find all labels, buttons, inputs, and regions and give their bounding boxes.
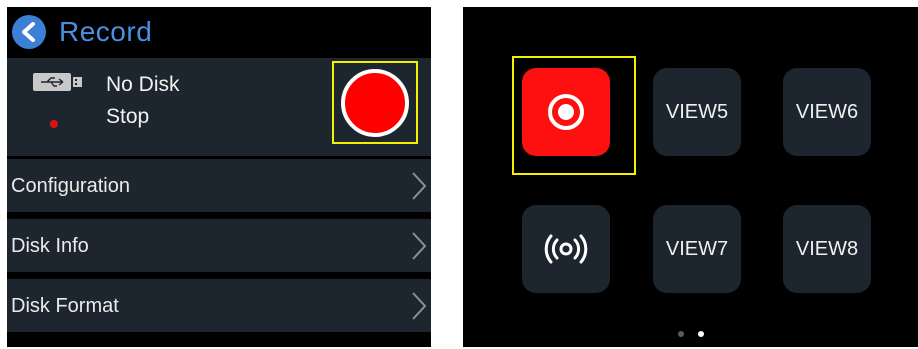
page-title: Record bbox=[59, 16, 153, 47]
record-status-card: No Disk Stop bbox=[7, 58, 431, 156]
disk-status-text: No Disk bbox=[106, 73, 180, 96]
view-grid-screen: VIEW5 VIEW6 VIEW7 VIEW8 bbox=[463, 7, 918, 347]
tile-view5[interactable]: VIEW5 bbox=[653, 68, 741, 156]
menu-item-label: Disk Format bbox=[11, 295, 119, 317]
menu-item-disk-format[interactable]: Disk Format bbox=[7, 279, 431, 332]
record-icon bbox=[548, 94, 584, 130]
menu-item-label: Configuration bbox=[11, 175, 130, 197]
page-dot[interactable] bbox=[678, 331, 684, 337]
record-button-highlight bbox=[332, 61, 418, 144]
menu-item-disk-info[interactable]: Disk Info bbox=[7, 219, 431, 272]
tile-view7[interactable]: VIEW7 bbox=[653, 205, 741, 293]
tile-view8[interactable]: VIEW8 bbox=[783, 205, 871, 293]
tile-record[interactable] bbox=[522, 68, 610, 156]
back-button[interactable] bbox=[12, 15, 46, 49]
page-dot-active[interactable] bbox=[698, 331, 704, 337]
tile-broadcast[interactable] bbox=[522, 205, 610, 293]
chevron-right-icon bbox=[412, 232, 427, 260]
usb-drive-icon bbox=[33, 73, 82, 91]
chevron-right-icon bbox=[412, 172, 427, 200]
menu-item-configuration[interactable]: Configuration bbox=[7, 159, 431, 212]
broadcast-icon bbox=[544, 234, 588, 264]
page-indicator bbox=[678, 331, 704, 337]
record-status-text: Stop bbox=[106, 105, 150, 128]
record-button[interactable] bbox=[341, 68, 409, 137]
menu-item-label: Disk Info bbox=[11, 235, 89, 257]
tile-view6[interactable]: VIEW6 bbox=[783, 68, 871, 156]
chevron-left-icon bbox=[22, 22, 35, 42]
record-status-dot bbox=[50, 120, 58, 128]
chevron-right-icon bbox=[412, 292, 427, 320]
record-header: Record bbox=[7, 7, 431, 57]
record-screen: Record No Disk Stop Configuration Disk I… bbox=[7, 7, 431, 347]
